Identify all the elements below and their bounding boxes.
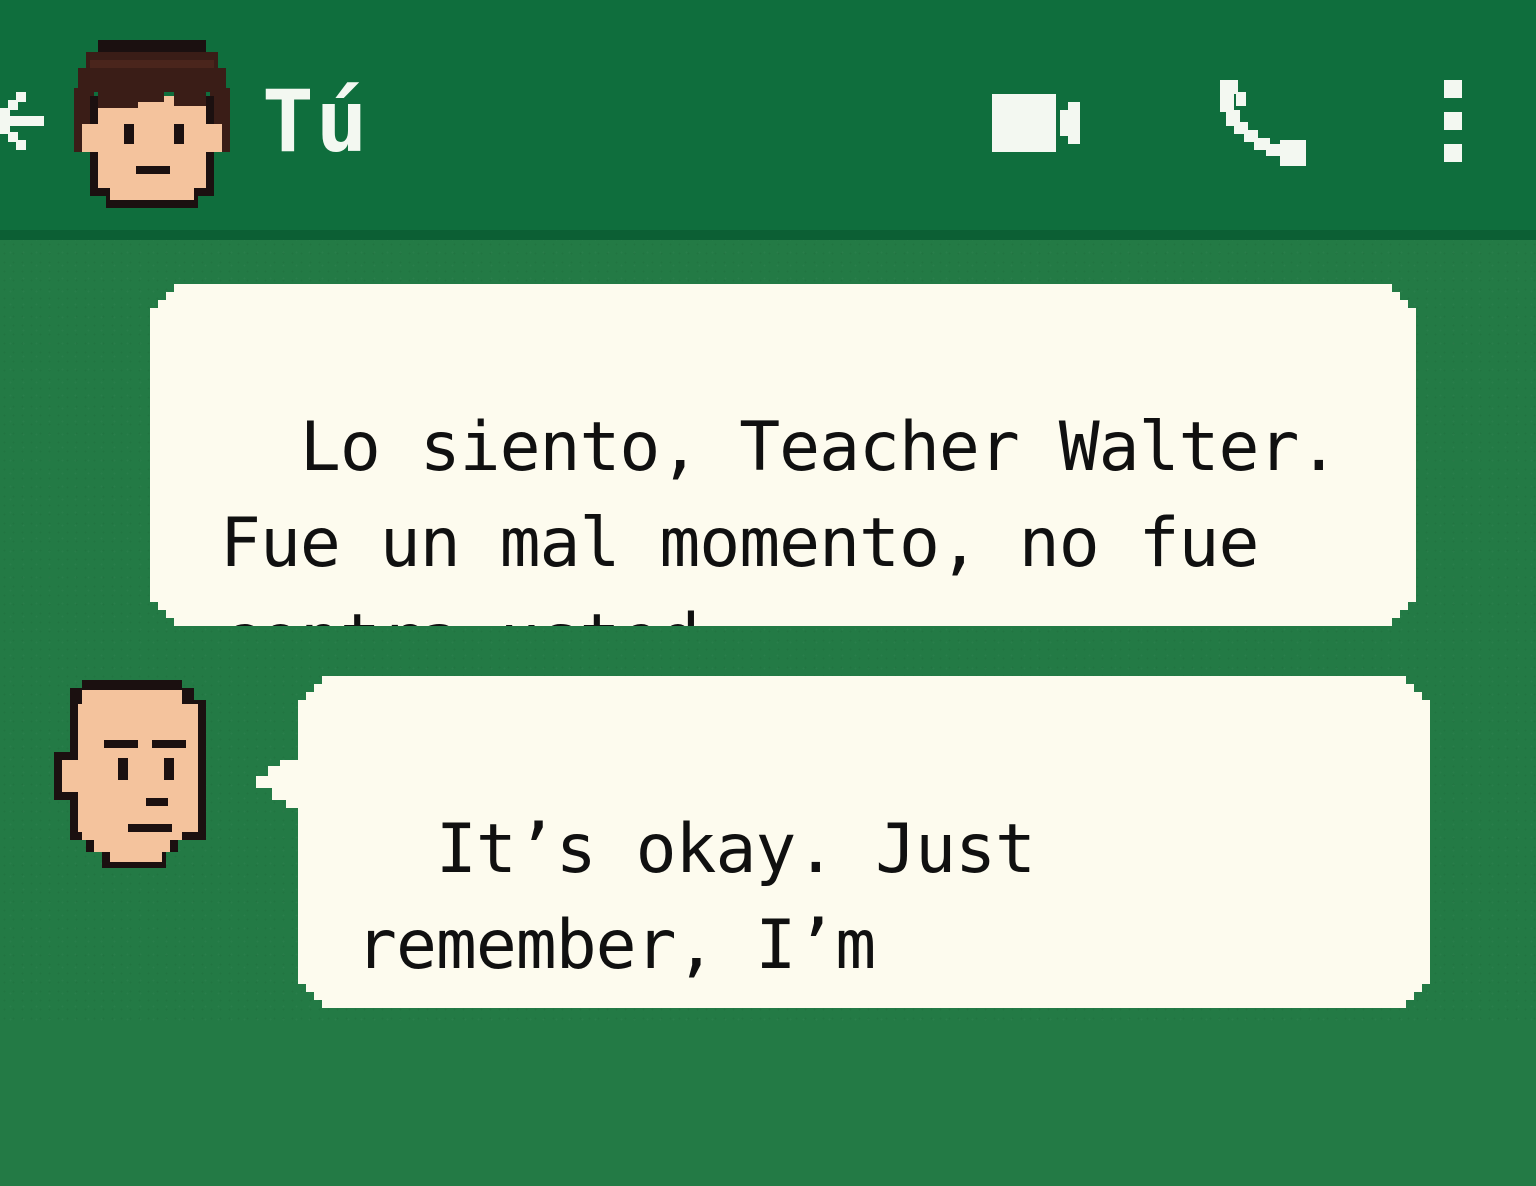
contact-avatar[interactable] — [74, 40, 230, 212]
message-text: It’s okay. Just remember, I’m human too.… — [356, 810, 1235, 1177]
video-camera-icon[interactable] — [992, 94, 1088, 154]
teacher-avatar-icon[interactable] — [54, 680, 210, 872]
header-divider — [0, 230, 1536, 240]
contact-name[interactable]: Tú — [262, 72, 370, 172]
bubble-tail — [256, 760, 304, 812]
chat-header: Tú — [0, 0, 1536, 230]
message-bubble-outgoing[interactable]: Lo siento, Teacher Walter. Fue un mal mo… — [150, 284, 1416, 626]
phone-icon[interactable] — [1218, 80, 1310, 168]
message-bubble-incoming[interactable]: It’s okay. Just remember, I’m human too.… — [298, 676, 1430, 1008]
more-vertical-icon[interactable] — [1442, 80, 1466, 164]
arrow-left-icon[interactable] — [0, 78, 52, 168]
